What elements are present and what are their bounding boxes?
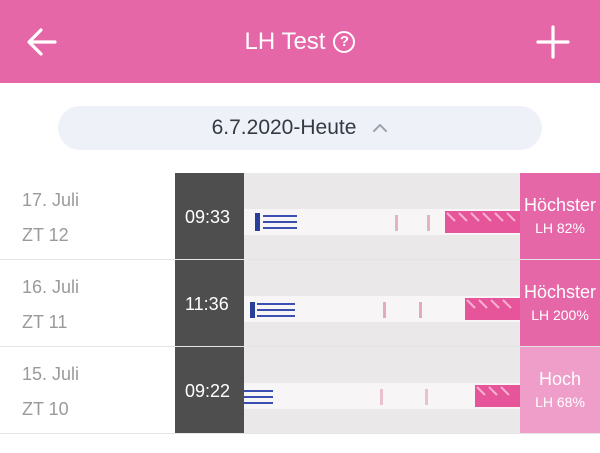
result-level: Höchster (523, 282, 597, 302)
test-strip-photo: 11:36 (175, 260, 520, 346)
result-lh: LH 200% (531, 307, 589, 323)
date-range-selector[interactable]: 6.7.2020-Heute (58, 106, 542, 150)
page-title: LH Test (244, 27, 326, 55)
result-lh: LH 82% (535, 220, 585, 236)
add-button[interactable] (533, 22, 573, 62)
list-item[interactable]: 16. Juli ZT 11 11:36 Höchster LH 200% (0, 260, 600, 347)
test-list: 17. Juli ZT 12 09:33 Höchster LH 82% 16.… (0, 173, 600, 434)
help-icon[interactable]: ? (333, 30, 356, 53)
result-level: Höchster (523, 195, 597, 215)
entry-date: 17. Juli (22, 190, 80, 210)
entry-date: 15. Juli (22, 364, 80, 384)
entry-time: 09:22 (185, 381, 231, 401)
result-lh: LH 68% (535, 394, 585, 410)
result-badge: Höchster LH 82% (520, 173, 600, 259)
date-range-label: 6.7.2020-Heute (211, 116, 357, 139)
entry-cycle-day: ZT 12 (22, 225, 69, 245)
plus-icon (536, 25, 570, 59)
chevron-up-icon (373, 124, 388, 132)
result-badge: Hoch LH 68% (520, 347, 600, 433)
entry-time: 11:36 (185, 294, 229, 314)
entry-cycle-day: ZT 10 (22, 399, 69, 419)
entry-date: 16. Juli (22, 277, 80, 297)
test-strip-photo: 09:33 (175, 173, 520, 259)
result-level: Hoch (538, 369, 582, 389)
result-badge: Höchster LH 200% (520, 260, 600, 346)
app-header: LH Test ? (0, 0, 600, 83)
list-item[interactable]: 15. Juli ZT 10 09:22 Hoch LH 68% (0, 347, 600, 434)
entry-time: 09:33 (185, 207, 231, 227)
title-group: LH Test ? (0, 0, 600, 83)
entry-cycle-day: ZT 11 (22, 312, 68, 332)
test-strip-photo: 09:22 (175, 347, 520, 433)
list-item[interactable]: 17. Juli ZT 12 09:33 Höchster LH 82% (0, 173, 600, 260)
